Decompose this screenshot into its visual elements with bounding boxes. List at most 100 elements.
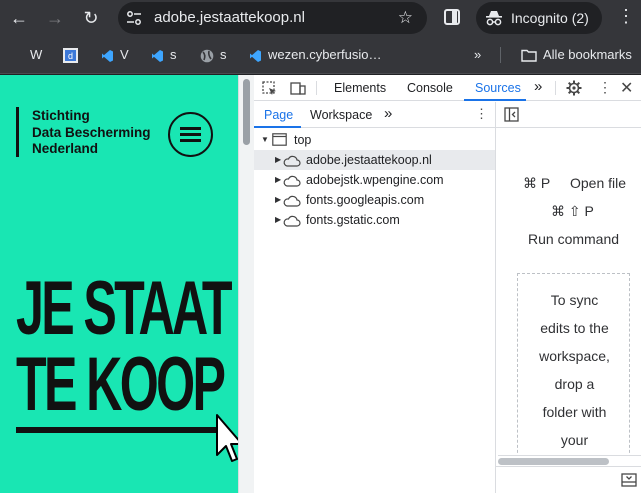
vscode-icon — [152, 49, 163, 62]
tab-elements[interactable]: Elements — [334, 81, 386, 95]
tree-node-label: fonts.googleapis.com — [306, 193, 425, 207]
page-scrollbar[interactable] — [238, 75, 254, 493]
toggle-navigator-icon[interactable] — [504, 107, 519, 122]
collapse-triangle-icon[interactable]: ▶ — [275, 190, 281, 210]
more-navigator-tabs-button[interactable]: » — [384, 105, 392, 122]
scrollbar-thumb[interactable] — [498, 458, 609, 465]
toggle-debugger-icon[interactable] — [621, 473, 637, 487]
collapse-triangle-icon[interactable]: ▶ — [275, 150, 281, 170]
incognito-icon — [486, 11, 502, 26]
tree-node-label: adobejstk.wpengine.com — [306, 173, 444, 187]
editor-status-bar — [496, 466, 641, 493]
page-scrollbar-thumb[interactable] — [243, 79, 250, 145]
cloud-icon — [283, 175, 301, 187]
all-bookmarks-button[interactable]: Alle bookmarks — [521, 46, 632, 64]
toolbar-divider — [316, 81, 317, 95]
folder-icon — [521, 49, 537, 62]
bookmarks-bar: W d V s s wezen.cyberfusio… » Alle bookm… — [0, 36, 641, 74]
tree-node-domain[interactable]: ▶ fonts.googleapis.com — [254, 190, 495, 210]
bookmarks-divider — [500, 47, 501, 63]
bookmark-label: V — [120, 47, 129, 62]
globe-icon — [200, 49, 214, 62]
navigator-splitter[interactable] — [495, 102, 496, 493]
wikipedia-icon: W — [30, 47, 43, 62]
cloud-icon — [283, 215, 301, 227]
navigator-menu-icon[interactable]: ⋮ — [475, 106, 488, 122]
incognito-label: Incognito (2) — [511, 10, 589, 26]
bookmark-label: s — [220, 47, 227, 62]
bookmark-label: s — [170, 47, 177, 62]
headline-line-2[interactable]: TE KOOP — [16, 347, 226, 433]
url-text[interactable]: adobe.jestaattekoop.nl — [154, 9, 305, 26]
device-toolbar-icon[interactable] — [290, 81, 306, 96]
tab-console[interactable]: Console — [407, 81, 453, 95]
drop-text-line: workspace, — [539, 348, 610, 364]
tree-node-domain[interactable]: ▶ adobe.jestaattekoop.nl — [254, 150, 495, 170]
expand-triangle-icon[interactable]: ▼ — [261, 130, 269, 150]
forward-button[interactable]: → — [43, 6, 67, 30]
drop-instructions: To sync edits to the workspace, drop a f… — [518, 286, 629, 454]
bookmark-item[interactable]: V — [101, 46, 129, 64]
tree-node-domain[interactable]: ▶ fonts.gstatic.com — [254, 210, 495, 230]
tree-node-top[interactable]: ▼ top — [254, 130, 495, 150]
drop-text-line: folder with — [542, 404, 607, 420]
org-accent-rule — [16, 107, 19, 157]
active-subtab-indicator — [254, 126, 301, 128]
tree-node-label: top — [294, 133, 312, 147]
devtools-menu-icon[interactable]: ⋮ — [598, 79, 612, 96]
incognito-indicator[interactable]: Incognito (2) — [476, 2, 602, 34]
open-file-shortcut-keys: ⌘ P — [523, 175, 551, 191]
vscode-icon — [250, 49, 261, 62]
cloud-icon — [283, 155, 301, 167]
org-name-line: Stichting — [32, 108, 90, 123]
cloud-icon — [283, 195, 301, 207]
bookmark-item[interactable]: d — [63, 46, 84, 64]
tree-node-domain[interactable]: ▶ adobejstk.wpengine.com — [254, 170, 495, 190]
navigator-toolbar: Page Workspace » ⋮ — [254, 102, 495, 128]
bookmark-label: wezen.cyberfusio… — [268, 47, 382, 62]
bookmark-item[interactable]: s — [200, 46, 227, 64]
web-page: Stichting Data Bescherming Nederland JE … — [0, 75, 238, 493]
open-file-label: Open file — [570, 175, 627, 191]
bookmark-star-icon[interactable]: ☆ — [398, 8, 413, 28]
toolbar-divider — [555, 81, 556, 95]
inspect-element-icon[interactable] — [262, 81, 277, 96]
settings-gear-icon[interactable] — [566, 80, 582, 96]
editor-toolbar — [496, 102, 641, 128]
site-settings-icon[interactable] — [126, 10, 142, 26]
drop-text-line: your — [560, 432, 589, 448]
bookmark-item[interactable]: W — [30, 46, 42, 64]
workspace-drop-zone[interactable]: To sync edits to the workspace, drop a f… — [517, 273, 630, 463]
tab-workspace[interactable]: Workspace — [310, 108, 372, 122]
headline-line-1: JE STAAT — [16, 266, 233, 351]
all-bookmarks-label: Alle bookmarks — [543, 47, 632, 62]
browser-window: ← → ↻ adobe.jestaattekoop.nl ☆ Incognito… — [0, 0, 641, 493]
collapse-triangle-icon[interactable]: ▶ — [275, 170, 281, 190]
drop-text-line: To sync — [550, 292, 599, 308]
active-tab-indicator — [464, 99, 526, 101]
hero-headline: JE STAAT TE KOOP — [16, 266, 233, 433]
close-devtools-icon[interactable]: ✕ — [620, 78, 633, 98]
side-panel-icon[interactable] — [444, 9, 460, 25]
tab-sources[interactable]: Sources — [475, 81, 521, 95]
hamburger-line — [180, 127, 201, 130]
tab-page[interactable]: Page — [264, 108, 293, 122]
reload-button[interactable]: ↻ — [79, 6, 103, 30]
browser-menu-icon[interactable]: ⋮ — [617, 6, 635, 27]
editor-horizontal-scrollbar[interactable] — [498, 455, 641, 465]
bookmark-item[interactable]: wezen.cyberfusio… — [249, 46, 381, 64]
devtools-panel: Elements Console Sources » ⋮ ✕ Page Work… — [254, 75, 641, 493]
hamburger-menu-button[interactable] — [168, 112, 213, 157]
org-name-line: Data Bescherming — [32, 124, 151, 140]
devtools-toolbar: Elements Console Sources » ⋮ ✕ — [254, 75, 641, 101]
collapse-triangle-icon[interactable]: ▶ — [275, 210, 281, 230]
more-tabs-button[interactable]: » — [534, 78, 542, 95]
bookmarks-overflow-button[interactable]: » — [474, 46, 481, 64]
run-command-label: Run command — [528, 231, 620, 247]
back-button[interactable]: ← — [7, 6, 31, 30]
vscode-icon — [102, 49, 113, 62]
bookmark-item[interactable]: s — [151, 46, 177, 64]
site-logo[interactable]: Stichting Data Bescherming Nederland — [32, 108, 151, 158]
address-bar[interactable]: adobe.jestaattekoop.nl ☆ — [118, 2, 427, 34]
hamburger-line — [180, 139, 201, 142]
